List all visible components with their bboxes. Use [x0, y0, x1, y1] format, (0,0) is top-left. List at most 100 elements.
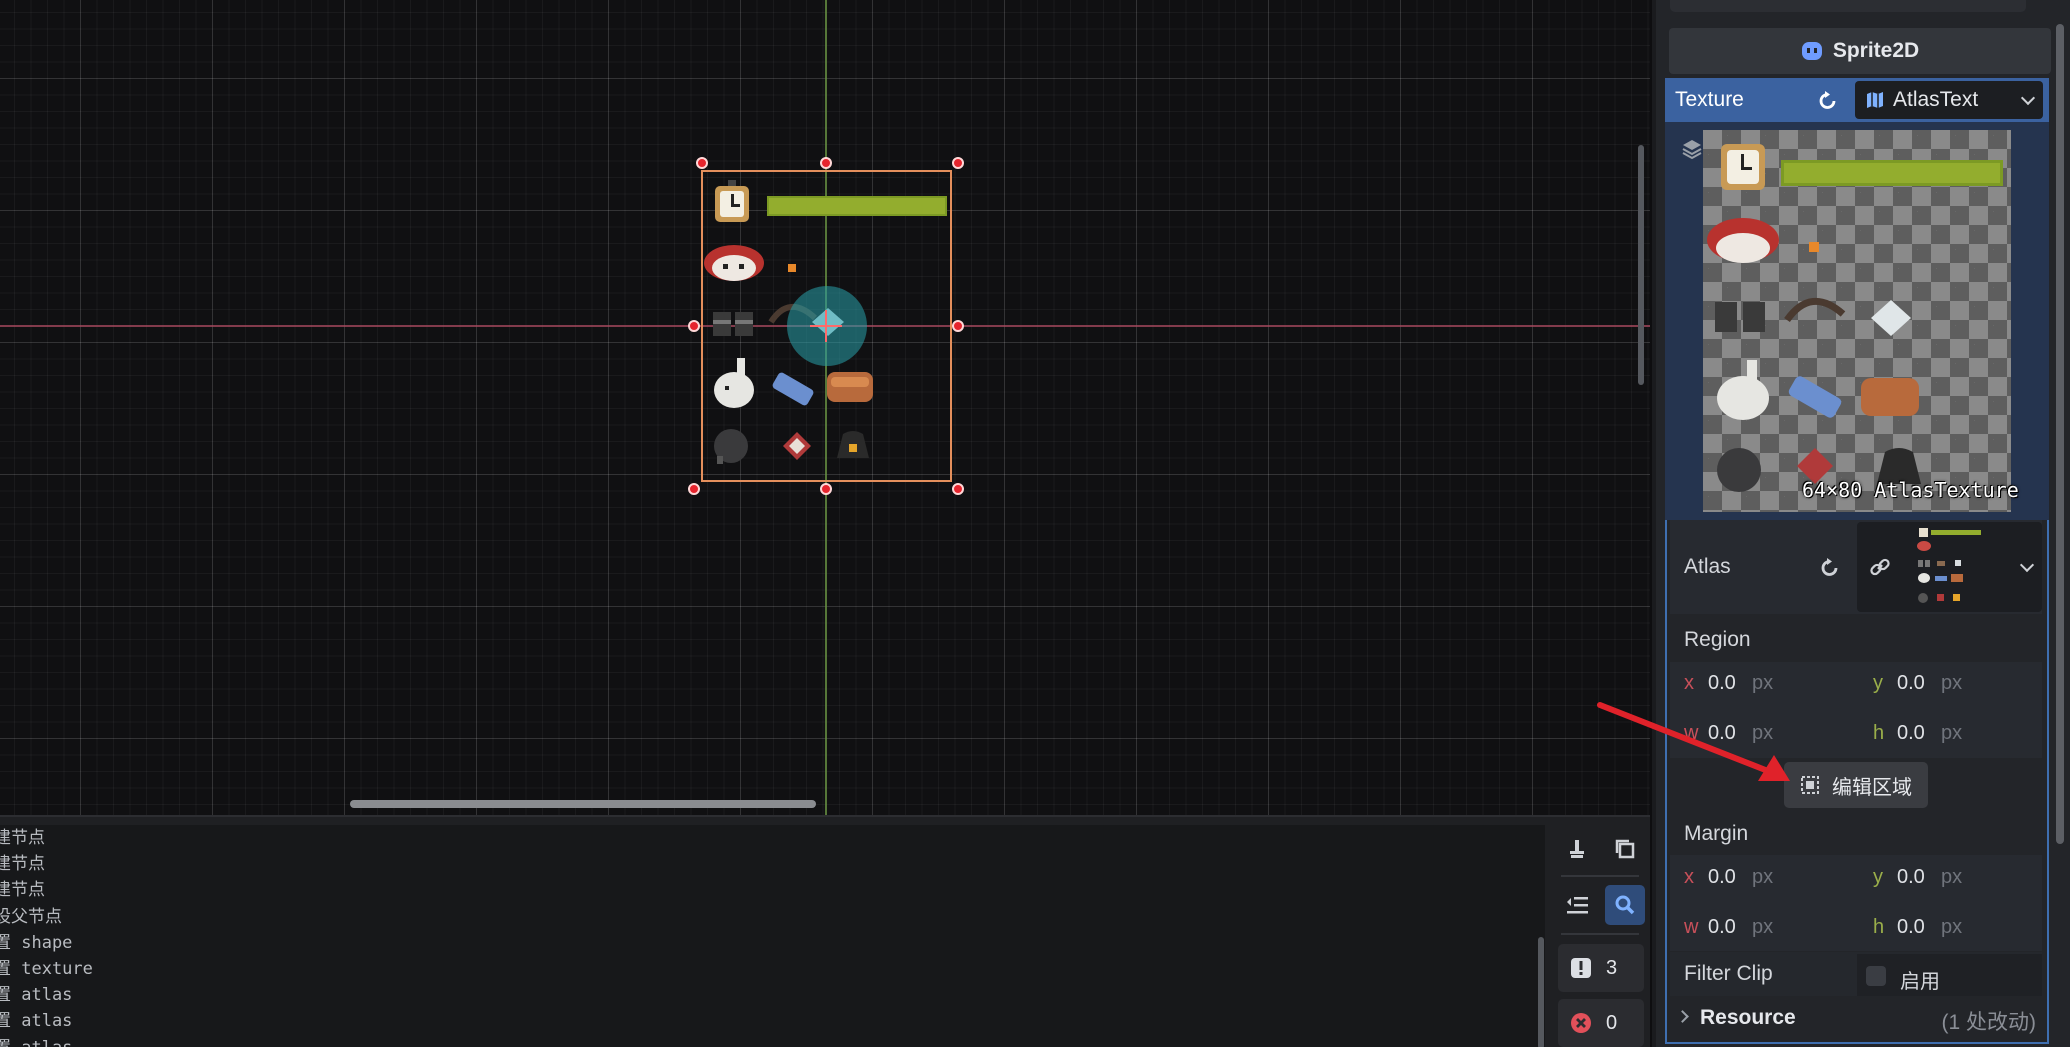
texture-label: Texture [1675, 88, 1744, 111]
log-toolbar: 3 0 [1555, 817, 1650, 1047]
warning-count: 3 [1606, 956, 1618, 979]
log-line: 建节点 [0, 854, 45, 875]
resize-handle-bottom-left[interactable] [688, 483, 700, 495]
atlas-revert-button[interactable] [1817, 555, 1843, 581]
region-y-label: y [1873, 672, 1883, 694]
margin-y-unit: px [1941, 866, 1963, 888]
toolbar-divider [1561, 875, 1639, 877]
clear-icon [1570, 840, 1584, 858]
atlas-resource-dropdown[interactable] [1857, 522, 2042, 612]
texture-resource-dropdown[interactable]: AtlasText [1855, 81, 2043, 119]
log-line: 置 atlas [0, 985, 73, 1006]
margin-w-value: 0.0 [1708, 916, 1736, 938]
viewport-vertical-scrollbar[interactable] [1638, 145, 1644, 385]
node-type-header[interactable]: Sprite2D [1669, 28, 2051, 74]
sprite-node-icon [1801, 42, 1822, 60]
layers-icon [1682, 140, 1702, 160]
margin-x-label: x [1684, 866, 1694, 888]
log-line: 置 shape [0, 932, 73, 953]
margin-x-field[interactable]: x 0.0 px [1684, 866, 1773, 889]
inspector-scrollbar[interactable] [2056, 24, 2064, 844]
margin-h-label: h [1873, 916, 1885, 938]
margin-y-label: y [1873, 866, 1883, 888]
output-log[interactable]: 建节点 建节点 建节点 设父节点 置 shape 置 texture 置 atl… [0, 825, 1545, 1047]
log-line: 置 atlas [0, 1035, 1545, 1047]
margin-h-value: 0.0 [1897, 916, 1925, 938]
search-icon [1615, 895, 1635, 915]
pivot-cross [825, 310, 827, 342]
error-filter-button[interactable]: 0 [1558, 999, 1644, 1047]
resize-handle-top[interactable] [820, 157, 832, 169]
atlas-thumbnail [1917, 528, 1981, 603]
resize-handle-bottom-right[interactable] [952, 483, 964, 495]
chevron-right-icon [1676, 1010, 1689, 1023]
region-y-value: 0.0 [1897, 672, 1925, 694]
margin-w-unit: px [1752, 916, 1774, 938]
resize-handle-right[interactable] [952, 320, 964, 332]
region-h-label: h [1873, 722, 1885, 744]
warning-filter-button[interactable]: 3 [1558, 944, 1644, 992]
log-line: 设父节点 [0, 906, 62, 927]
margin-y-value: 0.0 [1897, 866, 1925, 888]
region-x-label: x [1684, 672, 1694, 694]
collapse-duplicates-button[interactable] [1557, 885, 1597, 925]
region-h-field[interactable]: h 0.0 px [1873, 722, 1962, 745]
log-line: 建节点 [0, 828, 45, 848]
region-label: Region [1684, 628, 1751, 651]
copy-log-button[interactable] [1605, 829, 1645, 869]
resource-section-toggle[interactable]: Resource (1 处改动) [1670, 1000, 2042, 1036]
chevron-down-icon [2020, 90, 2036, 106]
margin-h-unit: px [1941, 916, 1963, 938]
output-panel: 建节点 建节点 建节点 设父节点 置 shape 置 texture 置 atl… [0, 815, 1650, 1047]
texture-revert-button[interactable] [1815, 88, 1841, 114]
viewport-horizontal-scrollbar[interactable] [350, 800, 816, 808]
search-log-button[interactable] [1605, 885, 1645, 925]
node-type-name: Sprite2D [1832, 39, 1920, 62]
toolbar-divider [1561, 933, 1639, 935]
revert-icon [1821, 558, 1838, 576]
canvas-viewport[interactable] [0, 0, 1650, 815]
copy-icon [1615, 839, 1635, 859]
margin-h-field[interactable]: h 0.0 px [1873, 916, 1962, 939]
region-h-unit: px [1941, 722, 1963, 744]
annotation-arrow [1597, 702, 1790, 781]
filter-clip-checkbox[interactable] [1866, 966, 1886, 986]
region-h-value: 0.0 [1897, 722, 1925, 744]
link-icon [1870, 558, 1890, 576]
region-x-unit: px [1752, 672, 1774, 694]
resize-handle-top-left[interactable] [696, 157, 708, 169]
collapse-icon [1567, 897, 1588, 914]
margin-w-label: w [1684, 916, 1699, 938]
texture-size-caption: 64×80 AtlasTexture [1802, 478, 2019, 502]
warning-icon [1571, 958, 1591, 978]
margin-x-value: 0.0 [1708, 866, 1736, 888]
margin-x-unit: px [1752, 866, 1774, 888]
edit-region-label: 编辑区域 [1832, 776, 1912, 799]
margin-y-field[interactable]: y 0.0 px [1873, 866, 1962, 889]
margin-w-field[interactable]: w 0.0 px [1684, 916, 1773, 939]
error-icon [1571, 1013, 1591, 1033]
region-x-field[interactable]: x 0.0 px [1684, 672, 1773, 695]
resource-label: Resource [1700, 1006, 1796, 1029]
texture-preview-image[interactable] [1703, 130, 2011, 512]
margin-label: Margin [1684, 822, 1749, 845]
log-line: 建节点 [0, 880, 45, 901]
log-line: 置 atlas [0, 1011, 73, 1032]
revert-icon [1819, 91, 1836, 109]
atlas-texture-icon [1867, 92, 1883, 108]
atlas-label: Atlas [1684, 555, 1731, 578]
texture-resource-type: AtlasText [1893, 88, 1979, 111]
region-y-field[interactable]: y 0.0 px [1873, 672, 1962, 695]
region-y-unit: px [1941, 672, 1963, 694]
resize-handle-bottom[interactable] [820, 483, 832, 495]
filter-clip-checkbox-label: 启用 [1900, 971, 1940, 993]
inspector-top-bar [1670, 0, 2026, 12]
log-line: 置 texture [0, 959, 93, 980]
resize-handle-left[interactable] [688, 320, 700, 332]
log-scrollbar[interactable] [1538, 937, 1544, 1047]
region-x-value: 0.0 [1708, 672, 1736, 694]
chevron-down-icon [2019, 557, 2035, 573]
resource-changes: (1 处改动) [1941, 1011, 2037, 1034]
clear-log-button[interactable] [1557, 829, 1597, 869]
resize-handle-top-right[interactable] [952, 157, 964, 169]
